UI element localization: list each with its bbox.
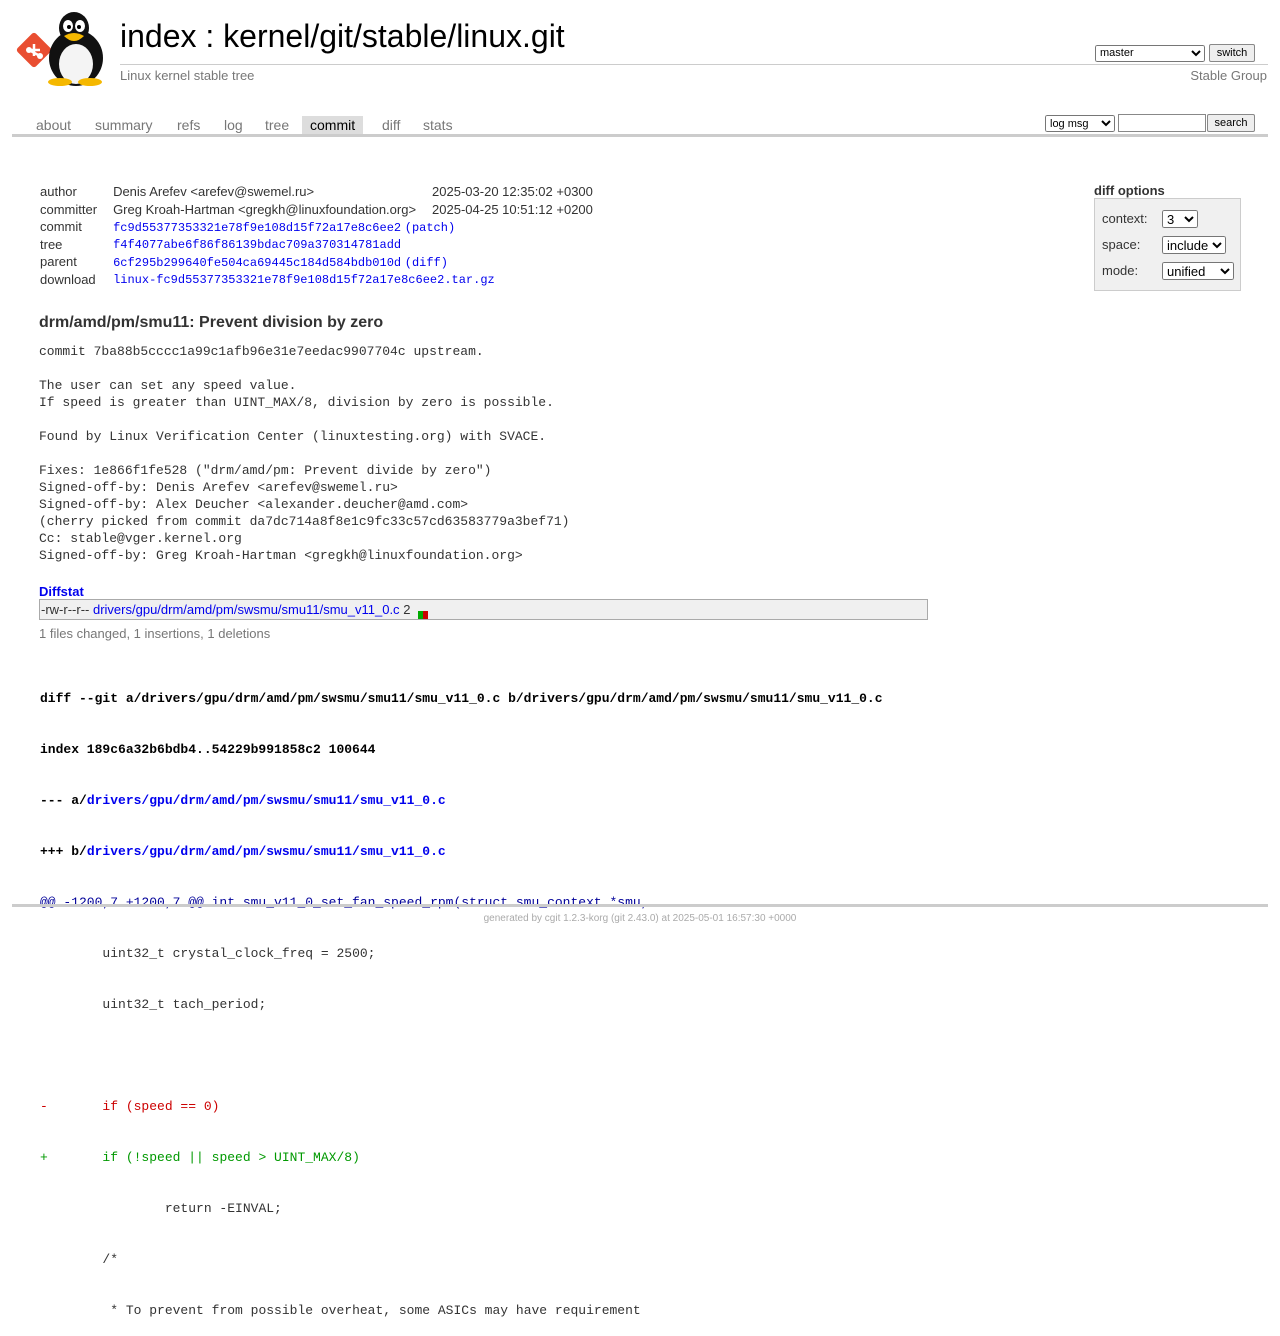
mode-label: mode: bbox=[1102, 263, 1139, 278]
parent-diff-link[interactable]: diff bbox=[412, 256, 441, 270]
download-tarball-link[interactable]: linux-fc9d55377353321e78f9e108d15f72a17e… bbox=[113, 273, 495, 287]
diff-context-line bbox=[40, 1047, 883, 1064]
committer-value: Greg Kroah-Hartman <gregkh@linuxfoundati… bbox=[113, 201, 417, 217]
diff-context-line: * To prevent from possible overheat, som… bbox=[40, 1303, 641, 1318]
diff-context-line: uint32_t tach_period; bbox=[40, 997, 267, 1012]
repo-link[interactable]: kernel/git/stable/linux.git bbox=[223, 18, 565, 54]
footer-divider bbox=[12, 904, 1268, 907]
diffstat-table: -rw-r--r-- drivers/gpu/drm/amd/pm/swsmu/… bbox=[39, 599, 928, 620]
minus-file-link[interactable]: drivers/gpu/drm/amd/pm/swsmu/smu11/smu_v… bbox=[87, 793, 446, 808]
commit-message: commit 7ba88b5cccc1a99c1afb96e31e7eedac9… bbox=[39, 344, 570, 563]
commit-row: commit fc9d55377353321e78f9e108d15f72a17… bbox=[40, 219, 456, 235]
diffstat-change-count: 2 bbox=[403, 602, 411, 617]
commit-info-table: author Denis Arefev <arefev@swemel.ru> 2… bbox=[38, 183, 595, 288]
download-row: download linux-fc9d55377353321e78f9e108d… bbox=[38, 271, 595, 289]
repo-description: Linux kernel stable tree bbox=[120, 68, 255, 83]
tab-about[interactable]: about bbox=[28, 116, 79, 134]
header-divider bbox=[120, 64, 1268, 65]
diff-options-panel: context: 3 space: include mode: unified bbox=[1094, 198, 1241, 291]
diff-git-header: diff --git a/drivers/gpu/drm/amd/pm/swsm… bbox=[40, 691, 883, 706]
tree-label: tree bbox=[40, 236, 63, 252]
context-select[interactable]: 3 bbox=[1162, 210, 1198, 228]
diff-index-header: index 189c6a32b6bdb4..54229b991858c2 100… bbox=[40, 742, 376, 757]
committer-label: committer bbox=[40, 201, 98, 217]
commit-subject: drm/amd/pm/smu11: Prevent division by ze… bbox=[39, 314, 384, 331]
plus-prefix: +++ b/ bbox=[40, 844, 87, 859]
diffstat-graph bbox=[418, 607, 429, 619]
plus-file-link[interactable]: drivers/gpu/drm/amd/pm/swsmu/smu11/smu_v… bbox=[87, 844, 446, 859]
git-tux-logo-icon bbox=[16, 12, 103, 86]
tab-refs[interactable]: refs bbox=[169, 116, 208, 134]
diff-minus-header: --- a/drivers/gpu/drm/amd/pm/swsmu/smu11… bbox=[40, 792, 883, 809]
footer-git-info: (git 2.43.0) at 2025-05-01 16:57:30 +000… bbox=[608, 913, 797, 924]
author-label: author bbox=[40, 184, 77, 200]
commit-label: commit bbox=[40, 219, 82, 235]
branch-switch-form: master switch bbox=[1095, 44, 1255, 62]
search-scope-select[interactable]: log msg bbox=[1045, 115, 1115, 132]
index-link[interactable]: index bbox=[120, 18, 197, 54]
search-button[interactable]: search bbox=[1207, 114, 1255, 132]
download-label: download bbox=[40, 271, 96, 287]
file-mode: -rw-r--r-- bbox=[41, 602, 90, 617]
tree-sha-link[interactable]: f4f4077abe6f86f86139bdac709a370314781add bbox=[113, 238, 401, 252]
minus-prefix: --- a/ bbox=[40, 793, 87, 808]
repo-owner: Stable Group bbox=[1190, 68, 1267, 83]
footer: generated by cgit 1.2.3-korg (git 2.43.0… bbox=[0, 913, 1280, 924]
diffstat-del-bar bbox=[423, 610, 429, 619]
diff-context-line: uint32_t crystal_clock_freq = 2500; bbox=[40, 946, 376, 961]
switch-button[interactable]: switch bbox=[1209, 44, 1255, 62]
diff-options-title: diff options bbox=[1094, 183, 1165, 198]
author-value: Denis Arefev <arefev@swemel.ru> bbox=[113, 184, 315, 200]
footer-prefix: generated by bbox=[483, 913, 545, 924]
tab-stats[interactable]: stats bbox=[415, 116, 461, 134]
diffstat-header-link[interactable]: Diffstat bbox=[39, 584, 84, 599]
mode-select[interactable]: unified bbox=[1162, 262, 1234, 280]
parent-label: parent bbox=[40, 254, 77, 270]
diff-added-line: + if (!speed || speed > UINT_MAX/8) bbox=[40, 1150, 360, 1165]
patch-link[interactable]: patch bbox=[412, 221, 448, 235]
tab-commit[interactable]: commit bbox=[302, 116, 364, 134]
cgit-link[interactable]: cgit 1.2.3-korg bbox=[545, 913, 608, 924]
diffstat-file-link[interactable]: drivers/gpu/drm/amd/pm/swsmu/smu11/smu_v… bbox=[93, 602, 400, 617]
site-logo[interactable] bbox=[16, 10, 110, 86]
author-date: 2025-03-20 12:35:02 +0300 bbox=[432, 184, 593, 200]
context-label: context: bbox=[1102, 211, 1148, 226]
committer-row: committer Greg Kroah-Hartman <gregkh@lin… bbox=[38, 201, 595, 219]
author-row: author Denis Arefev <arefev@swemel.ru> 2… bbox=[38, 183, 595, 201]
diff-plus-header: +++ b/drivers/gpu/drm/amd/pm/swsmu/smu11… bbox=[40, 843, 883, 860]
search-input[interactable] bbox=[1118, 114, 1206, 132]
diff-deleted-line: - if (speed == 0) bbox=[40, 1099, 220, 1114]
tab-diff[interactable]: diff bbox=[374, 116, 408, 134]
space-label: space: bbox=[1102, 237, 1141, 252]
hunk-header: @@ -1200,7 +1200,7 @@ int smu_v11_0_set_… bbox=[40, 895, 649, 910]
diffstat-summary: 1 files changed, 1 insertions, 1 deletio… bbox=[39, 626, 271, 641]
space-select[interactable]: include bbox=[1162, 236, 1226, 254]
page-title: index : kernel/git/stable/linux.git bbox=[120, 16, 565, 56]
committer-date: 2025-04-25 10:51:12 +0200 bbox=[432, 201, 593, 217]
diffstat-row: -rw-r--r-- drivers/gpu/drm/amd/pm/swsmu/… bbox=[41, 602, 429, 619]
title-separator: : bbox=[196, 18, 224, 54]
tab-tree[interactable]: tree bbox=[257, 116, 297, 134]
parent-sha-link[interactable]: 6cf295b299640fe504ca69445c184d584bdb010d bbox=[113, 256, 401, 270]
diff-view: diff --git a/drivers/gpu/drm/amd/pm/swsm… bbox=[40, 656, 883, 1336]
tabs-divider bbox=[12, 134, 1268, 137]
branch-select[interactable]: master bbox=[1095, 44, 1205, 62]
diff-context-line: return -EINVAL; bbox=[40, 1201, 282, 1216]
commit-sha-link[interactable]: fc9d55377353321e78f9e108d15f72a17e8c6ee2 bbox=[113, 221, 401, 235]
parent-row: parent 6cf295b299640fe504ca69445c184d584… bbox=[40, 254, 448, 270]
diff-context-line: /* bbox=[40, 1252, 119, 1267]
tree-row: tree f4f4077abe6f86f86139bdac709a3703147… bbox=[38, 236, 595, 254]
tab-log[interactable]: log bbox=[216, 116, 251, 134]
tab-summary[interactable]: summary bbox=[87, 116, 161, 134]
